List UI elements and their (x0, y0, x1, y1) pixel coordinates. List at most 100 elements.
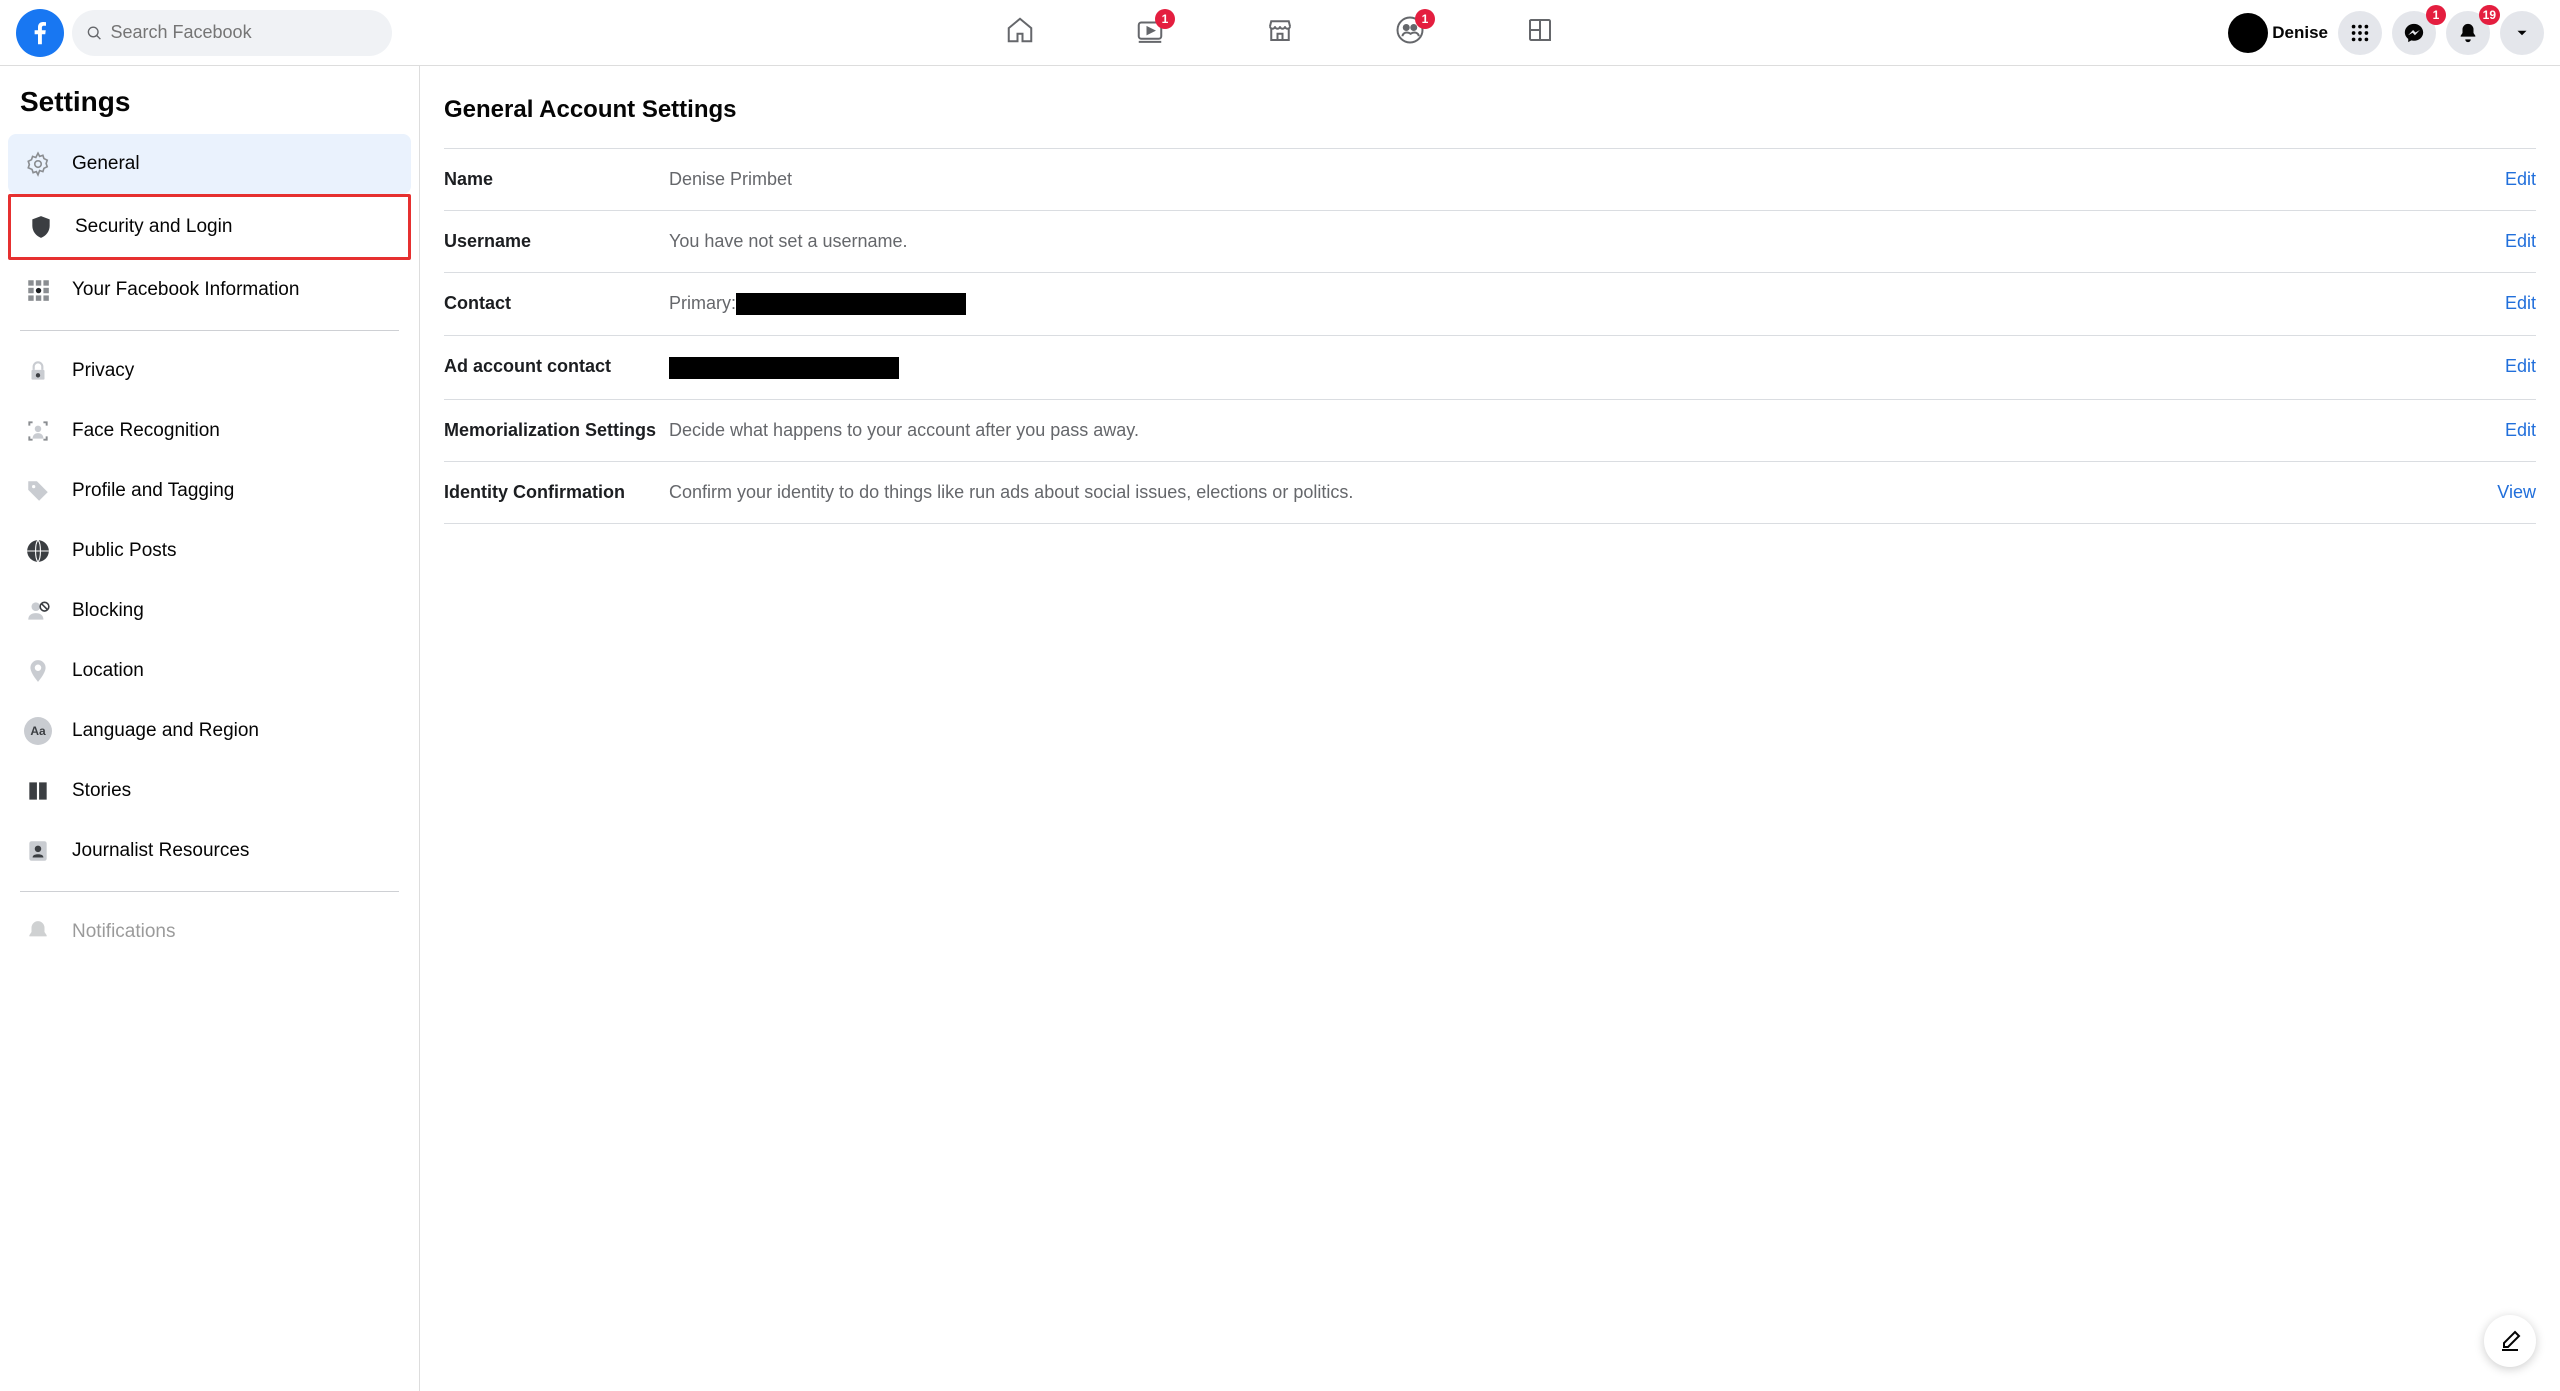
facebook-logo[interactable] (16, 9, 64, 57)
pin-icon (20, 653, 56, 689)
book-icon (20, 773, 56, 809)
gaming-icon (1525, 15, 1555, 45)
account-dropdown-button[interactable] (2500, 11, 2544, 55)
sidebar-divider (20, 891, 399, 892)
setting-row-username: Username You have not set a username. Ed… (444, 210, 2536, 272)
notifications-button[interactable]: 19 (2446, 11, 2490, 55)
notifications-badge: 19 (2479, 5, 2500, 25)
main-layout: Settings General Security and Login Your… (0, 66, 2560, 1391)
sidebar-item-label: Public Posts (72, 540, 177, 562)
menu-button[interactable] (2338, 11, 2382, 55)
edit-link[interactable]: Edit (2505, 356, 2536, 377)
nav-watch[interactable]: 1 (1135, 15, 1165, 50)
messenger-button[interactable]: 1 (2392, 11, 2436, 55)
grid-icon (20, 272, 56, 308)
setting-label: Username (444, 231, 669, 252)
sidebar-item-label: Your Facebook Information (72, 279, 299, 301)
sidebar-item-label: General (72, 153, 140, 175)
setting-row-memorialization: Memorialization Settings Decide what hap… (444, 399, 2536, 461)
lock-icon (20, 353, 56, 389)
setting-value: Denise Primbet (669, 169, 2505, 190)
page-title: General Account Settings (444, 96, 2536, 124)
redacted-value (669, 357, 899, 379)
nav-groups[interactable]: 1 (1395, 15, 1425, 50)
sidebar-item-stories[interactable]: Stories (8, 761, 411, 821)
profile-name: Denise (2272, 23, 2328, 43)
globe-icon (20, 533, 56, 569)
sidebar-item-notifications[interactable]: Notifications (8, 902, 411, 962)
sidebar-item-label: Profile and Tagging (72, 480, 234, 502)
sidebar-item-label: Blocking (72, 600, 144, 622)
settings-content: General Account Settings Name Denise Pri… (420, 66, 2560, 1391)
sidebar-item-general[interactable]: General (8, 134, 411, 194)
edit-link[interactable]: Edit (2505, 293, 2536, 314)
groups-badge: 1 (1415, 9, 1435, 29)
nav-gaming[interactable] (1525, 15, 1555, 50)
bell-icon (20, 914, 56, 950)
search-icon (86, 24, 102, 42)
sidebar-title: Settings (8, 86, 411, 134)
sidebar-item-label: Language and Region (72, 720, 259, 742)
search-input[interactable] (110, 22, 378, 43)
journalist-icon (20, 833, 56, 869)
setting-label: Contact (444, 293, 669, 314)
nav-home[interactable] (1005, 15, 1035, 50)
sidebar-item-label: Stories (72, 780, 131, 802)
face-icon (20, 413, 56, 449)
setting-label: Identity Confirmation (444, 482, 669, 503)
sidebar-item-label: Location (72, 660, 144, 682)
block-icon (20, 593, 56, 629)
setting-value: Confirm your identity to do things like … (669, 482, 2497, 503)
sidebar-item-label: Privacy (72, 360, 134, 382)
chevron-down-icon (2513, 24, 2531, 42)
sidebar-item-label: Notifications (72, 921, 176, 943)
edit-link[interactable]: Edit (2505, 169, 2536, 190)
sidebar-divider (20, 330, 399, 331)
tag-icon (20, 473, 56, 509)
grid-menu-icon (2349, 22, 2371, 44)
top-header: 1 1 Denise 1 19 (0, 0, 2560, 66)
shield-icon (23, 209, 59, 245)
header-nav: 1 1 (1005, 15, 1555, 50)
sidebar-item-public-posts[interactable]: Public Posts (8, 521, 411, 581)
language-icon: Aa (20, 713, 56, 749)
nav-marketplace[interactable] (1265, 15, 1295, 50)
setting-value: Decide what happens to your account afte… (669, 420, 2505, 441)
view-link[interactable]: View (2497, 482, 2536, 503)
marketplace-icon (1265, 15, 1295, 45)
edit-icon (2498, 1329, 2522, 1353)
profile-chip[interactable]: Denise (2228, 13, 2328, 53)
setting-value: You have not set a username. (669, 231, 2505, 252)
header-right: Denise 1 19 (2228, 11, 2544, 55)
watch-badge: 1 (1155, 9, 1175, 29)
sidebar-item-security[interactable]: Security and Login (8, 194, 411, 260)
sidebar-item-journalist[interactable]: Journalist Resources (8, 821, 411, 881)
setting-row-name: Name Denise Primbet Edit (444, 148, 2536, 210)
sidebar-item-face-recognition[interactable]: Face Recognition (8, 401, 411, 461)
sidebar-item-language[interactable]: Aa Language and Region (8, 701, 411, 761)
sidebar-item-label: Journalist Resources (72, 840, 249, 862)
settings-sidebar: Settings General Security and Login Your… (0, 66, 420, 1391)
messenger-badge: 1 (2426, 5, 2446, 25)
gear-icon (20, 146, 56, 182)
redacted-value (736, 293, 966, 315)
setting-label: Memorialization Settings (444, 420, 669, 441)
sidebar-item-location[interactable]: Location (8, 641, 411, 701)
sidebar-item-label: Face Recognition (72, 420, 220, 442)
edit-link[interactable]: Edit (2505, 420, 2536, 441)
sidebar-item-profile-tagging[interactable]: Profile and Tagging (8, 461, 411, 521)
sidebar-item-your-info[interactable]: Your Facebook Information (8, 260, 411, 320)
search-box[interactable] (72, 10, 392, 56)
compose-fab[interactable] (2484, 1315, 2536, 1367)
edit-link[interactable]: Edit (2505, 231, 2536, 252)
sidebar-item-label: Security and Login (75, 216, 232, 238)
setting-value (669, 356, 2505, 378)
sidebar-item-blocking[interactable]: Blocking (8, 581, 411, 641)
setting-label: Ad account contact (444, 356, 669, 377)
setting-row-identity: Identity Confirmation Confirm your ident… (444, 461, 2536, 524)
header-left (16, 9, 416, 57)
home-icon (1005, 15, 1035, 45)
sidebar-item-privacy[interactable]: Privacy (8, 341, 411, 401)
setting-value: Primary: (669, 293, 2505, 315)
setting-row-contact: Contact Primary: Edit (444, 272, 2536, 335)
